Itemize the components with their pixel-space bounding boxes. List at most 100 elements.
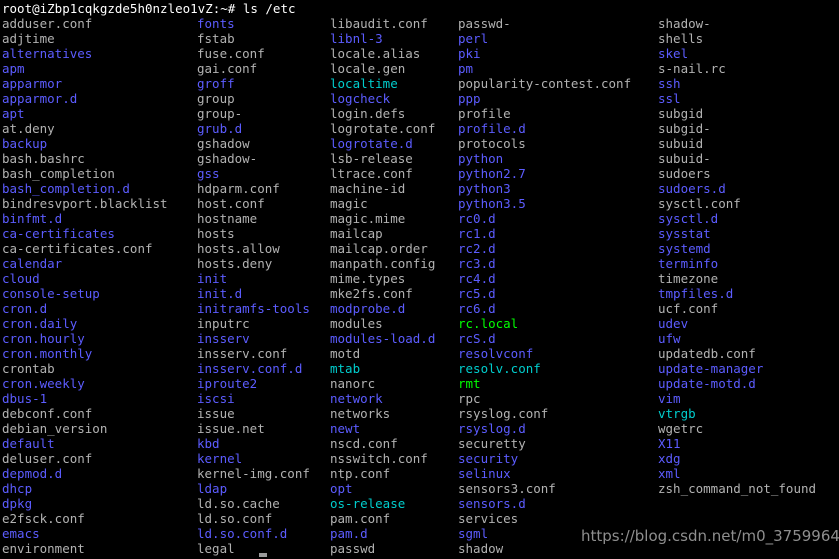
ls-entry-directory: cron.monthly — [2, 346, 93, 361]
ls-entry-file: group — [197, 91, 235, 106]
ls-entry-file: bash.bashrc — [2, 151, 85, 166]
ls-entry-directory: rcS.d — [458, 331, 496, 346]
ls-entry-directory: backup — [2, 136, 48, 151]
ls-entry-file: gshadow- — [197, 151, 258, 166]
ls-entry-file: shells — [658, 31, 704, 46]
ls-entry-directory: sysstat — [658, 226, 711, 241]
ls-entry-file: passwd — [330, 541, 376, 556]
ls-entry-file: locale.alias — [330, 46, 421, 61]
ls-entry-directory: rc5.d — [458, 286, 496, 301]
ls-entry-directory: rc6.d — [458, 301, 496, 316]
ls-entry-file: debconf.conf — [2, 406, 93, 421]
ls-entry-directory: xml — [658, 466, 681, 481]
ls-entry-directory: udev — [658, 316, 689, 331]
ls-entry-symlink: localtime — [330, 76, 398, 91]
ls-entry-file: at.deny — [2, 121, 55, 136]
ls-entry-file: manpath.config — [330, 256, 436, 271]
ls-entry-file: networks — [330, 406, 391, 421]
ls-entry-directory: profile.d — [458, 121, 526, 136]
ls-entry-directory: libnl-3 — [330, 31, 383, 46]
ls-entry-file: nsswitch.conf — [330, 451, 428, 466]
ls-entry-directory: fonts — [197, 16, 235, 31]
ls-entry-directory: apm — [2, 61, 25, 76]
ls-entry-directory: binfmt.d — [2, 211, 63, 226]
ls-entry-file: ld.so.cache — [197, 496, 280, 511]
ls-entry-directory: grub.d — [197, 121, 243, 136]
ls-entry-directory: calendar — [2, 256, 63, 271]
ls-entry-file: ld.so.conf — [197, 511, 273, 526]
ls-entry-file: nanorc — [330, 376, 376, 391]
ls-entry-symlink: os-release — [330, 496, 406, 511]
ls-entry-directory: apt — [2, 106, 25, 121]
ls-entry-file: legal — [197, 541, 235, 556]
ls-entry-file: profile — [458, 106, 511, 121]
ls-entry-directory: ppp — [458, 91, 481, 106]
shell-prompt-line: root@iZbp1cqkgzde5h0nzleo1vZ:~# ls /etc — [2, 1, 296, 16]
ls-entry-file: subuid — [658, 136, 704, 151]
ls-entry-directory: pki — [458, 46, 481, 61]
ls-entry-directory: rc3.d — [458, 256, 496, 271]
ls-entry-directory: tmpfiles.d — [658, 286, 734, 301]
ls-entry-file: adduser.conf — [2, 16, 93, 31]
terminal-cursor — [259, 553, 267, 557]
ls-entry-file: issue.net — [197, 421, 265, 436]
ls-entry-file: debian_version — [2, 421, 108, 436]
ls-entry-file: magic — [330, 196, 368, 211]
ls-entry-directory: apparmor — [2, 76, 63, 91]
ls-entry-directory: default — [2, 436, 55, 451]
ls-entry-file: adjtime — [2, 31, 55, 46]
ls-entry-directory: ssl — [658, 91, 681, 106]
terminal-window[interactable]: root@iZbp1cqkgzde5h0nzleo1vZ:~# ls /etc … — [0, 0, 839, 559]
ls-entry-file: hosts.deny — [197, 256, 273, 271]
ls-entry-directory: dbus-1 — [2, 391, 48, 406]
ls-column-3: libaudit.conf libnl-3 locale.alias locale.g… — [330, 16, 435, 556]
ls-entry-directory: iproute2 — [197, 376, 258, 391]
ls-entry-directory: dhcp — [2, 481, 33, 496]
ls-entry-symlink: mtab — [330, 361, 361, 376]
ls-entry-file: nscd.conf — [330, 436, 398, 451]
ls-entry-directory: python — [458, 151, 504, 166]
ls-entry-file: passwd- — [458, 16, 511, 31]
ls-entry-directory: dpkg — [2, 496, 33, 511]
ls-entry-directory: rsyslog.d — [458, 421, 526, 436]
watermark-text: https://blog.csdn.net/m0_37599645 — [581, 527, 839, 545]
ls-entry-file: inputrc — [197, 316, 250, 331]
ls-entry-file: ucf.conf — [658, 301, 719, 316]
ls-entry-directory: insserv — [197, 331, 250, 346]
ls-entry-file: bash_completion — [2, 166, 115, 181]
ls-entry-directory: init.d — [197, 286, 243, 301]
ls-entry-directory: rc1.d — [458, 226, 496, 241]
ls-entry-directory: update-manager — [658, 361, 764, 376]
ls-entry-directory: initramfs-tools — [197, 301, 310, 316]
ls-entry-file: deluser.conf — [2, 451, 93, 466]
ls-entry-file: insserv.conf — [197, 346, 288, 361]
ls-entry-file: mailcap.order — [330, 241, 428, 256]
ls-entry-file: s-nail.rc — [658, 61, 726, 76]
ls-entry-file: zsh_command_not_found — [658, 481, 817, 496]
ls-entry-directory: perl — [458, 31, 489, 46]
ls-entry-directory: ld.so.conf.d — [197, 526, 288, 541]
ls-entry-file: timezone — [658, 271, 719, 286]
ls-entry-directory: ca-certificates — [2, 226, 115, 241]
ls-entry-directory: bash_completion.d — [2, 181, 130, 196]
ls-entry-file: sysctl.conf — [658, 196, 741, 211]
ls-column-4: passwd-perl pki pm popularity-contest.conf p… — [458, 16, 631, 556]
ls-entry-file: ca-certificates.conf — [2, 241, 153, 256]
ls-entry-file: sensors3.conf — [458, 481, 556, 496]
ls-entry-directory: xdg — [658, 451, 681, 466]
ls-entry-directory: ssh — [658, 76, 681, 91]
ls-entry-file: pam.conf — [330, 511, 391, 526]
ls-entry-directory: depmod.d — [2, 466, 63, 481]
ls-entry-directory: pam.d — [330, 526, 368, 541]
ls-entry-directory: skel — [658, 46, 689, 61]
ls-entry-file: gshadow — [197, 136, 250, 151]
ls-entry-directory: logcheck — [330, 91, 391, 106]
ls-entry-directory: logrotate.d — [330, 136, 413, 151]
ls-entry-file: group- — [197, 106, 243, 121]
ls-entry-directory: vim — [658, 391, 681, 406]
ls-entry-directory: sudoers.d — [658, 181, 726, 196]
ls-entry-file: mke2fs.conf — [330, 286, 413, 301]
ls-entry-directory: init — [197, 271, 228, 286]
ls-entry-file: hosts.allow — [197, 241, 280, 256]
ls-entry-directory: update-motd.d — [658, 376, 756, 391]
